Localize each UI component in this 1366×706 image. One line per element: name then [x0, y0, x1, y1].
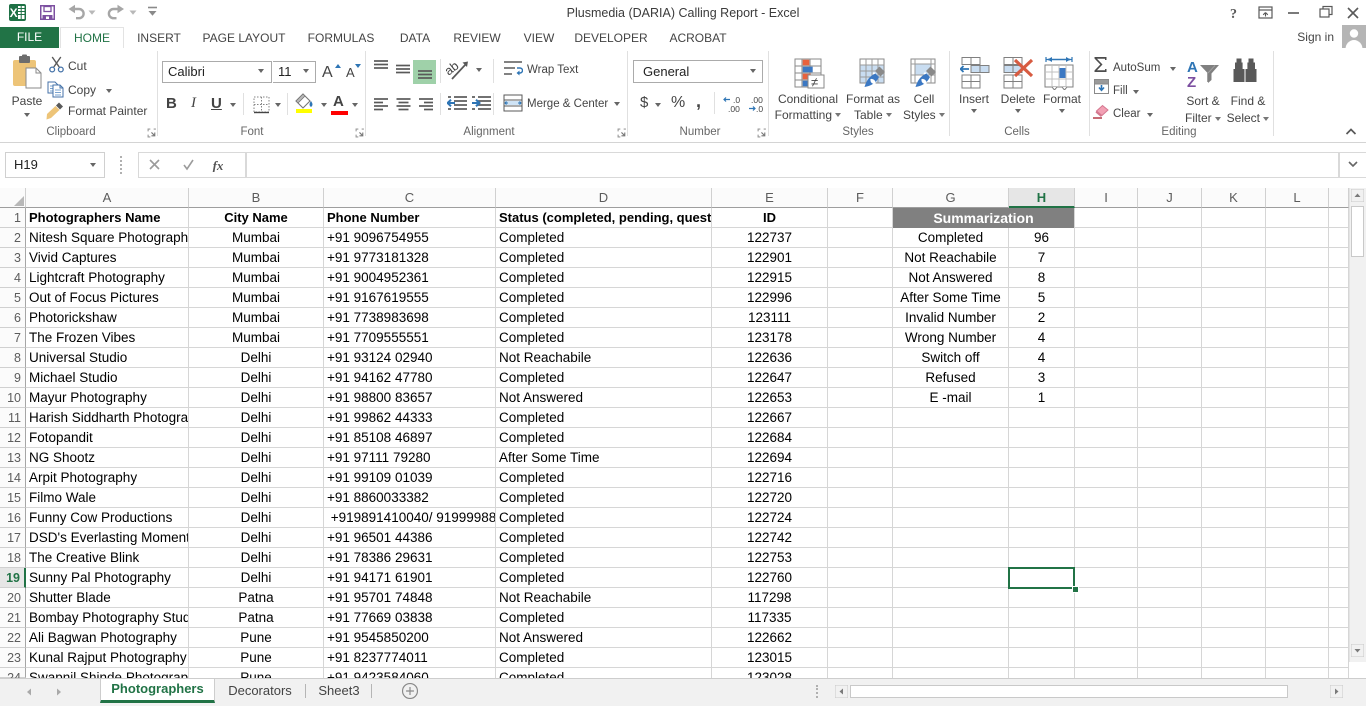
svg-text:.00: .00	[728, 104, 740, 113]
svg-text:A: A	[322, 64, 333, 81]
svg-text:A: A	[346, 65, 355, 80]
svg-text:ab: ab	[446, 59, 462, 79]
svg-text:?: ?	[1230, 7, 1237, 22]
svg-text:Z: Z	[1187, 74, 1196, 88]
svg-text:fx: fx	[213, 158, 224, 172]
svg-text:≠: ≠	[811, 75, 818, 90]
